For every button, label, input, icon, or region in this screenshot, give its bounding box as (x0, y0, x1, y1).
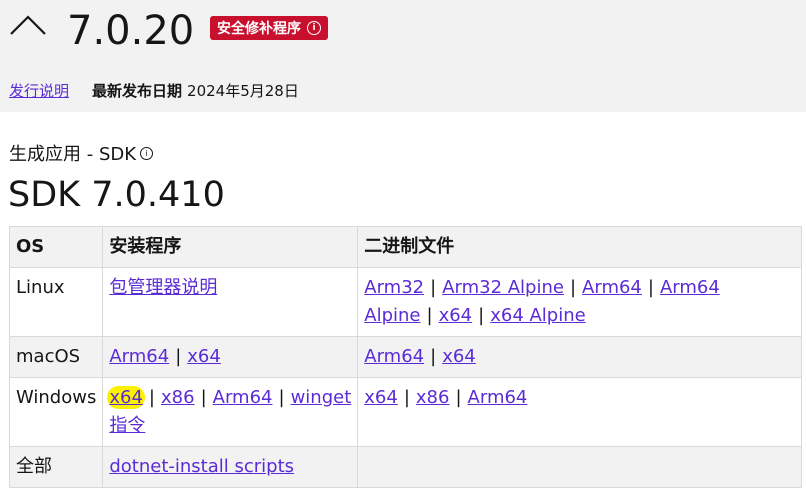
info-icon[interactable]: i (140, 146, 154, 160)
info-icon[interactable]: i (307, 21, 321, 35)
link-separator: | (148, 387, 155, 408)
os-cell: macOS (8, 336, 104, 378)
download-link[interactable]: x64 (364, 387, 398, 408)
os-cell: 全部 (8, 446, 104, 488)
link-separator: | (647, 277, 654, 298)
os-cell: Linux (8, 267, 104, 337)
link-separator: | (569, 277, 577, 298)
table-header-row: OS 安装程序 二进制文件 (8, 226, 802, 268)
header-binaries: 二进制文件 (357, 226, 802, 268)
chevron-up-icon[interactable] (10, 15, 46, 35)
link-separator: | (175, 346, 182, 367)
release-meta: 发行说明 最新发布日期 2024年5月28日 (9, 80, 299, 101)
installers-cell: Arm64 | x64 (102, 336, 359, 378)
installers-cell: dotnet-install scripts (102, 446, 359, 488)
download-link[interactable]: x64 (439, 305, 473, 326)
download-link[interactable]: x64 Alpine (490, 305, 586, 326)
version-title: 7.0.20 (67, 8, 195, 54)
table-row-all: 全部 dotnet-install scripts (8, 446, 802, 488)
binaries-cell: Arm32 | Arm32 Alpine | Arm64 | Arm64 Alpine | x6… (357, 267, 802, 337)
release-date-label: 最新发布日期 (92, 82, 183, 100)
download-link[interactable]: Arm64 (582, 277, 642, 298)
download-link[interactable]: x64 (187, 346, 221, 367)
download-link[interactable]: Arm32 (364, 277, 424, 298)
table-row-linux: Linux 包管理器说明 Arm32 | Arm32 Alpine | Arm64 | Ar… (8, 267, 802, 337)
download-link[interactable]: x86 (161, 387, 195, 408)
installers-cell: 包管理器说明 (102, 267, 359, 337)
link-separator: | (430, 346, 437, 367)
link-separator: | (426, 305, 433, 326)
sdk-version-title: SDK 7.0.410 (8, 175, 225, 215)
link-separator: | (200, 387, 207, 408)
table-row-macos: macOS Arm64 | x64 Arm64 | x64 (8, 336, 802, 378)
download-link[interactable]: Arm64 (468, 387, 528, 408)
download-link[interactable]: dotnet-install scripts (109, 456, 294, 477)
download-link[interactable]: Arm64 (109, 346, 169, 367)
security-patch-badge: 安全修补程序 i (210, 16, 328, 40)
link-separator: | (403, 387, 410, 408)
link-separator: | (455, 387, 462, 408)
installers-cell: x64 | x86 | Arm64 | winget 指令 (102, 377, 359, 447)
header-installers: 安装程序 (102, 226, 359, 268)
link-separator: | (478, 305, 485, 326)
header-os: OS (8, 226, 104, 268)
downloads-table: OS 安装程序 二进制文件 Linux 包管理器说明 Arm32 | Arm32 A… (8, 226, 802, 488)
link-separator: | (278, 387, 285, 408)
badge-label: 安全修补程序 (217, 21, 301, 37)
release-header: 7.0.20 安全修补程序 i 发行说明 最新发布日期 2024年5月28日 (0, 0, 806, 112)
link-separator: | (430, 277, 437, 298)
download-link[interactable]: x64 (442, 346, 476, 367)
download-link[interactable]: 包管理器说明 (109, 277, 217, 298)
release-notes-link[interactable]: 发行说明 (9, 80, 69, 101)
os-cell: Windows (8, 377, 104, 447)
download-link[interactable]: Arm64 (364, 346, 424, 367)
download-link[interactable]: x86 (416, 387, 450, 408)
table-row-windows: Windows x64 | x86 | Arm64 | winget 指令 x64 | x86 |… (8, 377, 802, 447)
download-link[interactable]: Arm64 (213, 387, 273, 408)
download-link[interactable]: x64 (107, 386, 145, 409)
binaries-cell: x64 | x86 | Arm64 (357, 377, 802, 447)
release-date-value: 2024年5月28日 (187, 82, 299, 100)
binaries-cell: Arm64 | x64 (357, 336, 802, 378)
sdk-subtitle-text: 生成应用 - SDK (9, 144, 137, 165)
download-link[interactable]: Arm32 Alpine (442, 277, 564, 298)
binaries-cell (357, 446, 802, 488)
sdk-subtitle: 生成应用 - SDK i (9, 140, 154, 166)
